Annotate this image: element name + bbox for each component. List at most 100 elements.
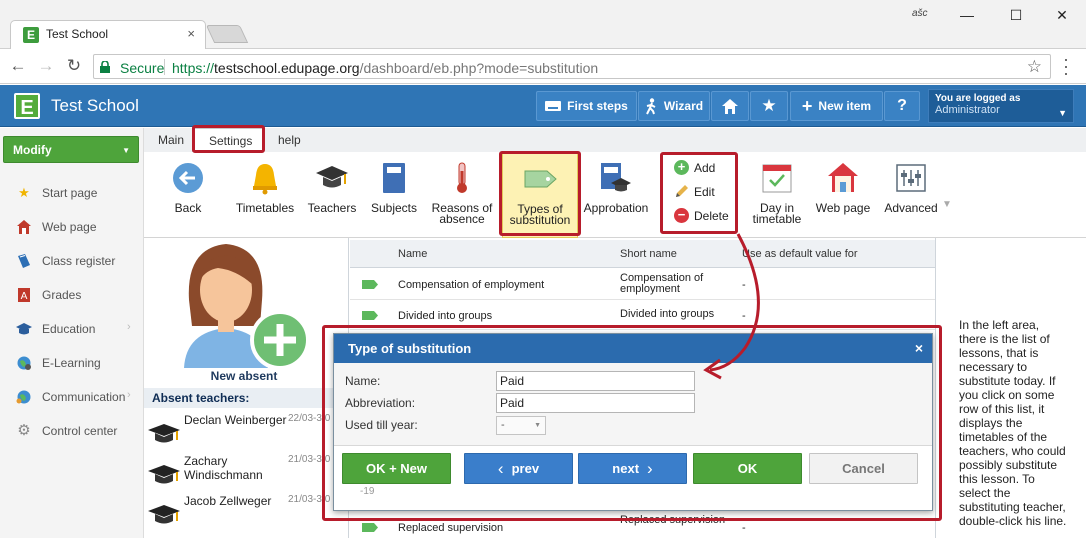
graduation-cap-icon: [316, 166, 348, 188]
maximize-button[interactable]: ☐: [1006, 5, 1026, 25]
day-in-timetable-button[interactable]: Day in timetable: [750, 152, 804, 238]
sidebar-item-control-center[interactable]: ⚙ Control center: [0, 414, 143, 448]
tab-help[interactable]: help: [278, 133, 301, 147]
close-window-button[interactable]: ✕: [1052, 5, 1072, 25]
table-header: Name Short name Use as default value for: [350, 240, 935, 268]
book-icon: [18, 254, 30, 268]
first-steps-button[interactable]: First steps: [536, 91, 637, 121]
address-bar-row: ← → ↻ Secure https://testschool.edupage.…: [0, 49, 1086, 84]
column-header-name[interactable]: Name: [398, 248, 427, 260]
web-page-label: Web page: [815, 201, 871, 215]
chevron-down-icon[interactable]: ▼: [942, 199, 952, 210]
url-field[interactable]: Secure https://testschool.edupage.org/da…: [93, 54, 1051, 79]
house-icon: [828, 163, 858, 192]
home-button[interactable]: [711, 91, 749, 121]
web-page-button[interactable]: Web page: [812, 152, 874, 238]
minimize-button[interactable]: —: [957, 5, 977, 25]
day-in-timetable-label: Day in timetable: [752, 201, 802, 226]
advanced-button[interactable]: Advanced: [880, 152, 942, 238]
back-label: Back: [174, 201, 202, 215]
user-menu[interactable]: You are logged as Administrator ▼: [928, 89, 1074, 123]
back-arrow-icon[interactable]: ←: [8, 56, 28, 76]
approbation-icon: [601, 163, 631, 192]
chevron-right-icon: ›: [127, 389, 131, 401]
sidebar-item-label: Communication: [42, 390, 126, 404]
approbation-label: Approbation: [583, 201, 649, 215]
row-default: -: [742, 522, 746, 534]
sidebar-item-education[interactable]: Education ›: [0, 312, 143, 346]
lock-icon: [100, 61, 110, 73]
edupage-favicon-icon: E: [23, 27, 39, 43]
sidebar-item-web-page[interactable]: Web page: [0, 210, 143, 244]
url-scheme: https://: [172, 60, 215, 76]
graduation-icon: [16, 323, 32, 335]
browser-menu-icon[interactable]: · · ·: [1060, 50, 1072, 82]
column-header-short-name[interactable]: Short name: [620, 248, 677, 260]
url-host: testschool.edupage.org: [214, 60, 360, 76]
modify-button[interactable]: Modify ▼: [3, 136, 139, 163]
graduation-cap-icon: [148, 424, 180, 443]
teachers-button[interactable]: Teachers: [304, 152, 360, 238]
bookmark-star-icon[interactable]: ☆: [1027, 57, 1042, 77]
house-icon: [17, 220, 31, 234]
wizard-button[interactable]: Wizard: [638, 91, 710, 121]
new-item-button[interactable]: + New item: [790, 91, 883, 121]
sidebar-item-label: Web page: [42, 220, 97, 234]
subjects-label: Subjects: [370, 201, 418, 215]
absent-panel: New absent Absent teachers: Declan Weinb…: [144, 238, 347, 538]
sidebar: Modify ▼ ★ Start page Web page Class reg…: [0, 128, 144, 538]
sidebar-item-label: Education: [42, 322, 96, 336]
settings-ribbon: Back Timetables Teachers Subjects Reason…: [144, 152, 1086, 238]
table-row[interactable]: Compensation of employment Compensation …: [350, 269, 935, 300]
browser-tab-strip: E Test School × ašc — ☐ ✕: [0, 0, 1086, 49]
tab-title: Test School: [46, 27, 109, 41]
walking-person-icon: [645, 97, 656, 114]
first-steps-label: First steps: [567, 99, 628, 113]
new-absent-label[interactable]: New absent: [144, 369, 344, 383]
sliders-icon: [896, 164, 926, 192]
bell-icon: [253, 164, 277, 195]
browser-tab[interactable]: E Test School ×: [10, 20, 206, 49]
teacher-name: Jacob Zellweger: [184, 494, 272, 508]
subjects-button[interactable]: Subjects: [366, 152, 422, 238]
absent-teacher-row[interactable]: Zachary Windischmann 21/03-3/0: [144, 454, 347, 494]
url-text: https://testschool.edupage.org/dashboard…: [172, 60, 598, 76]
forward-arrow-icon[interactable]: →: [36, 56, 56, 76]
sidebar-item-class-register[interactable]: Class register: [0, 244, 143, 278]
profile-badge[interactable]: ašc: [912, 8, 928, 19]
favorites-button[interactable]: ★: [750, 91, 788, 121]
url-path: /dashboard/eb.php?mode=substitution: [359, 60, 599, 76]
teacher-name: Zachary Windischmann: [184, 454, 263, 482]
row-name: Replaced supervision: [398, 522, 504, 534]
sidebar-item-label: Start page: [42, 186, 98, 200]
sidebar-item-communication[interactable]: Communication ›: [0, 380, 143, 414]
svg-text:A: A: [21, 291, 28, 302]
new-absent-avatar[interactable]: [174, 240, 314, 370]
chevron-right-icon: ›: [127, 321, 131, 333]
sidebar-item-label: E-Learning: [42, 356, 101, 370]
logged-as-label: You are logged as: [935, 93, 1021, 104]
star-icon: ★: [18, 185, 30, 200]
annotation-highlight-types: [499, 151, 581, 236]
school-name[interactable]: Test School: [51, 96, 139, 116]
tab-close-icon[interactable]: ×: [187, 26, 195, 41]
absent-teacher-row[interactable]: Declan Weinberger 22/03-3/0: [144, 413, 347, 453]
sidebar-item-start-page[interactable]: ★ Start page: [0, 176, 143, 210]
edupage-logo-icon[interactable]: E: [14, 93, 40, 119]
help-button[interactable]: ?: [884, 91, 920, 121]
timetables-button[interactable]: Timetables: [232, 152, 298, 238]
approbation-button[interactable]: Approbation: [582, 152, 650, 238]
reasons-of-absence-button[interactable]: Reasons of absence: [428, 152, 496, 238]
sidebar-item-grades[interactable]: A Grades: [0, 278, 143, 312]
timetables-label: Timetables: [235, 201, 295, 215]
back-button[interactable]: Back: [158, 152, 218, 238]
absent-teacher-row[interactable]: Jacob Zellweger 21/03-3/0: [144, 494, 347, 534]
reload-icon[interactable]: ↻: [64, 56, 84, 76]
chevron-down-icon: ▼: [1058, 108, 1067, 118]
modify-label: Modify: [13, 143, 52, 157]
new-tab-button[interactable]: [205, 25, 249, 43]
home-icon: [722, 98, 738, 114]
tab-main[interactable]: Main: [158, 133, 184, 147]
globe-people-icon: [16, 390, 31, 404]
sidebar-item-e-learning[interactable]: E-Learning: [0, 346, 143, 380]
